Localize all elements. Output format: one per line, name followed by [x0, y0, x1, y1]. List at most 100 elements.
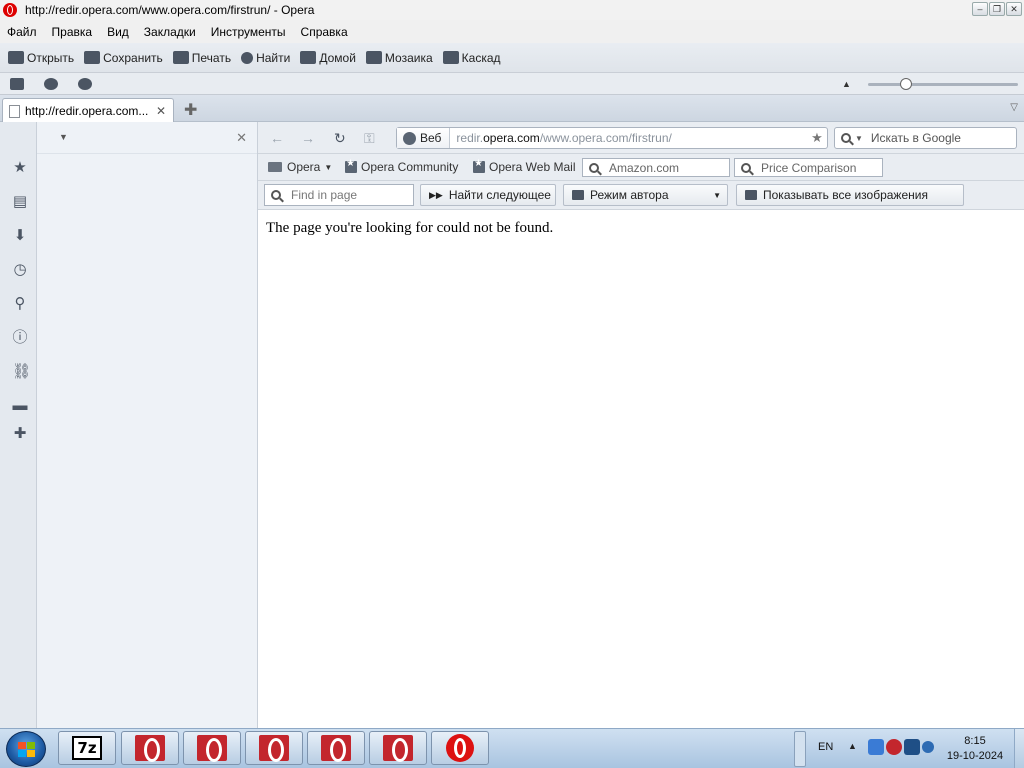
menu-edit[interactable]: Правка	[52, 25, 93, 39]
page-content: The page you're looking for could not be…	[258, 210, 1024, 728]
folder-icon	[8, 51, 24, 64]
web-mode-button[interactable]: Веб	[397, 128, 451, 148]
cloud-icon[interactable]	[44, 77, 58, 90]
links-panel-icon[interactable]: ⛓	[12, 364, 31, 380]
7zip-icon: 7z	[72, 736, 102, 760]
clock-date: 19-10-2024	[946, 750, 1004, 762]
bookmark-folder-opera[interactable]: Opera ▼	[268, 160, 332, 174]
window-controls: – ❐ ✕	[972, 2, 1022, 16]
bookmark-star-icon[interactable]: ★	[807, 130, 827, 146]
home-button[interactable]: Домой	[300, 51, 356, 65]
author-mode-icon	[572, 190, 584, 200]
address-bar-row: ← → ↻ ⚿ Веб redir.opera.com/www.opera.co…	[258, 122, 1024, 154]
find-button[interactable]: Найти	[241, 51, 290, 65]
search-placeholder: Искать в Google	[870, 131, 961, 145]
speed-dial-icon[interactable]	[78, 77, 92, 90]
bookmark-opera-community[interactable]: Opera Community	[345, 158, 458, 174]
restore-button[interactable]: ❐	[989, 2, 1005, 16]
author-mode-label: Режим автора	[590, 188, 669, 202]
show-images-button[interactable]: Показывать все изображения	[736, 184, 964, 206]
search-engine-dropdown-icon[interactable]: ▼	[855, 134, 863, 143]
reload-icon[interactable]: ↻	[334, 130, 346, 147]
save-icon	[84, 51, 101, 64]
monitor-icon[interactable]	[904, 739, 920, 755]
taskbar-app-opera-5[interactable]	[369, 731, 427, 765]
forward-icon[interactable]: →	[301, 130, 315, 146]
search-field[interactable]: ▼ Искать в Google	[834, 127, 1017, 149]
tile-button[interactable]: Мозаика	[365, 50, 433, 65]
taskbar: 7z EN ▲ 8:15 19-10-2024	[0, 728, 1024, 768]
find-next-label: Найти следующее	[448, 188, 551, 202]
taskbar-app-opera-3[interactable]	[245, 731, 303, 765]
close-button[interactable]: ✕	[1006, 2, 1022, 16]
zoom-slider[interactable]	[868, 78, 1018, 90]
bookmarks-panel-icon[interactable]: ★	[12, 160, 28, 176]
new-tab-icon[interactable]: ✚	[184, 100, 200, 119]
key-icon[interactable]: ⚿	[364, 130, 375, 147]
save-label: Сохранить	[103, 50, 163, 65]
network-icon[interactable]	[868, 739, 884, 755]
tab-close-icon[interactable]: ✕	[156, 104, 168, 118]
find-next-button[interactable]: ▶▶ Найти следующее	[420, 184, 556, 206]
windows-panel-icon[interactable]: ▬	[12, 398, 28, 414]
menu-tools[interactable]: Инструменты	[211, 25, 286, 39]
info-panel-icon[interactable]: ⓘ	[12, 330, 28, 346]
panel-bar: ▲	[0, 73, 1024, 95]
tab-menu-icon[interactable]: ▽	[1010, 102, 1018, 113]
find-placeholder: Find in page	[291, 188, 358, 202]
search-panel-icon[interactable]: ⚲	[12, 296, 28, 312]
search-icon	[589, 162, 599, 173]
menu-bookmarks[interactable]: Закладки	[144, 25, 196, 39]
cascade-button[interactable]: Каскад	[442, 51, 501, 65]
show-desktop-button[interactable]	[1014, 729, 1024, 768]
minimize-button[interactable]: –	[972, 2, 988, 16]
downloads-panel-icon[interactable]: ⬇	[12, 228, 28, 244]
add-panel-icon[interactable]: ✚	[12, 426, 28, 442]
language-indicator[interactable]: EN	[818, 741, 833, 753]
price-comparison-field[interactable]: Price Comparison	[734, 158, 883, 177]
menu-file[interactable]: Файл	[7, 25, 37, 39]
taskbar-app-opera-4[interactable]	[307, 731, 365, 765]
address-field[interactable]: Веб redir.opera.com/www.opera.com/firstr…	[396, 127, 828, 149]
taskbar-app-opera-browser[interactable]	[431, 731, 489, 765]
clock[interactable]: 8:15 19-10-2024	[940, 734, 1010, 764]
taskbar-app-7zip[interactable]: 7z	[58, 731, 116, 765]
opera-logo-icon[interactable]	[3, 3, 17, 17]
menu-help[interactable]: Справка	[301, 25, 348, 39]
close-icon[interactable]: ✕	[236, 130, 247, 146]
bookmark-opera-label: Opera	[287, 160, 321, 174]
chevron-down-icon[interactable]: ▼	[59, 132, 68, 142]
menu-view[interactable]: Вид	[107, 25, 129, 39]
home-icon	[300, 51, 317, 64]
tile-icon	[365, 51, 382, 64]
show-hidden-icons[interactable]: ▲	[848, 741, 857, 751]
bookmark-opera-web-mail[interactable]: Opera Web Mail	[473, 158, 575, 174]
fast-forward-icon: ▶▶	[429, 189, 443, 200]
zoom-thumb[interactable]	[899, 78, 912, 90]
amazon-search-field[interactable]: Amazon.com	[582, 158, 730, 177]
volume-icon[interactable]	[922, 741, 934, 753]
taskbar-app-opera-1[interactable]	[121, 731, 179, 765]
tile-label: Мозаика	[384, 50, 433, 65]
title-bar: http://redir.opera.com/www.opera.com/fir…	[0, 0, 1024, 20]
print-icon	[172, 51, 189, 64]
start-button[interactable]	[6, 731, 46, 767]
web-mode-label: Веб	[420, 131, 442, 145]
open-button[interactable]: Открыть	[8, 51, 74, 65]
history-panel-icon[interactable]: ◷	[12, 262, 28, 278]
panel-toggle-icon[interactable]	[10, 77, 24, 90]
back-icon[interactable]: ←	[270, 130, 284, 146]
taskbar-scroll[interactable]	[794, 731, 806, 767]
search-icon	[741, 162, 751, 173]
print-button[interactable]: Печать	[172, 51, 231, 65]
author-mode-select[interactable]: Режим автора ▼	[563, 184, 728, 206]
opera-tray-icon[interactable]	[886, 739, 902, 755]
find-in-page-input[interactable]: Find in page	[264, 184, 414, 206]
taskbar-app-opera-2[interactable]	[183, 731, 241, 765]
chevron-up-icon[interactable]: ▲	[842, 79, 851, 89]
notes-panel-icon[interactable]: ▤	[12, 194, 28, 210]
chevron-down-icon: ▼	[324, 162, 333, 172]
save-button[interactable]: Сохранить	[84, 51, 163, 65]
tab-active[interactable]: http://redir.opera.com... ✕	[2, 98, 174, 123]
url-text[interactable]: redir.opera.com/www.opera.com/firstrun/	[450, 131, 807, 145]
